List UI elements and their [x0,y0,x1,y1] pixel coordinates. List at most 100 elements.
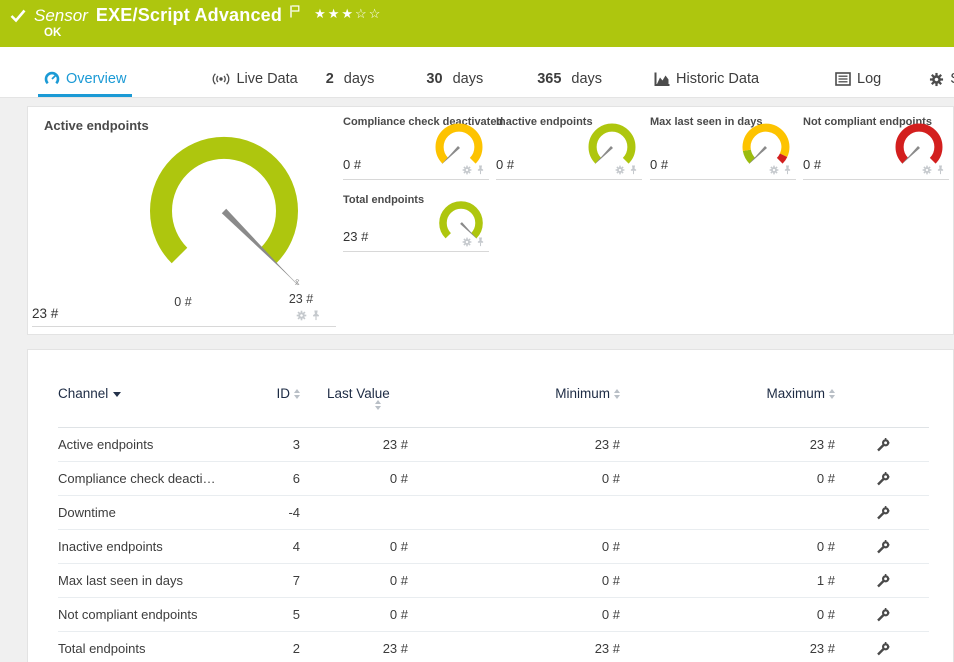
edit-channel-icon[interactable] [876,608,890,622]
table-row[interactable]: Inactive endpoints 4 0 # 0 # 0 # [58,530,929,564]
channel-maximum: 0 # [620,607,835,622]
gauge-pin-icon[interactable] [783,165,792,175]
tab-bar: Overview Live Data 2 days 30 days 365 da… [0,47,954,98]
edit-channel-icon[interactable] [876,472,890,486]
sort-icon [829,389,835,399]
channel-maximum: 0 # [620,539,835,554]
sensor-status-text: OK [0,26,954,39]
table-row[interactable]: Max last seen in days 7 0 # 0 # 1 # [58,564,929,598]
status-check-icon [10,9,26,23]
stars-filled: ★★★ [314,6,355,21]
channel-minimum: 0 # [408,471,620,486]
tab-log-label: Log [857,71,881,87]
tab-historic-data[interactable]: Historic Data [648,71,765,97]
edit-channel-icon[interactable] [876,506,890,520]
gauge-gear-icon[interactable] [296,310,307,321]
live-data-icon [212,72,230,86]
tab-settings-label: Settings [950,71,954,87]
channel-name: Compliance check deacti… [58,471,238,486]
divider [32,326,336,327]
edit-channel-icon[interactable] [876,642,890,656]
channel-last-value: 0 # [300,471,408,486]
tab-30-days[interactable]: 30 days [420,71,489,97]
gauge-pin-icon[interactable] [476,237,485,247]
header-channel-label: Channel [58,386,108,401]
gauge-gear-icon[interactable] [615,165,625,175]
table-row[interactable]: Downtime -4 [58,496,929,530]
divider [496,179,642,180]
channel-minimum: 0 # [408,573,620,588]
gauge-pin-icon[interactable] [476,165,485,175]
gauge-not-compliant-endpoints[interactable]: Not compliant endpoints 0 # [801,111,949,180]
channel-id: -4 [238,505,300,520]
edit-channel-icon[interactable] [876,540,890,554]
column-header-minimum[interactable]: Minimum [408,386,620,401]
divider [650,179,796,180]
channel-maximum: 1 # [620,573,835,588]
column-header-last-value[interactable]: Last Value [300,386,408,410]
gauge-total-endpoints[interactable]: Total endpoints 23 # [341,189,489,252]
divider [803,179,949,180]
channel-name: Not compliant endpoints [58,607,238,622]
tab-historic-data-label: Historic Data [676,71,759,87]
header-id-label: ID [277,386,291,401]
channel-name: Max last seen in days [58,573,238,588]
tab-365-days-label: days [571,71,602,87]
header-last-value-label: Last Value [327,386,371,402]
table-header-row: Channel ID Last Value Minimum Maximum [58,380,929,428]
gauge-inactive-endpoints[interactable]: Inactive endpoints 0 # [494,111,642,180]
channel-maximum: 0 # [620,471,835,486]
gear-icon [929,72,944,87]
gauge-pin-icon[interactable] [629,165,638,175]
priority-stars[interactable]: ★★★☆☆ [314,6,382,22]
header-minimum-label: Minimum [555,386,610,401]
gauge-value: 23 # [32,306,58,321]
gauge-gear-icon[interactable] [462,165,472,175]
table-row[interactable]: Not compliant endpoints 5 0 # 0 # 0 # [58,598,929,632]
sensor-status-bar: Sensor EXE/Script Advanced ★★★☆☆ OK [0,0,954,47]
gauge-active-endpoints[interactable]: Active endpoints x̄ 0 # 23 # 23 # [28,107,338,334]
column-header-maximum[interactable]: Maximum [620,386,835,401]
channels-panel: Channel ID Last Value Minimum Maximum Ac… [27,349,954,662]
gauge-pin-icon[interactable] [936,165,945,175]
gauge-max-last-seen[interactable]: Max last seen in days 0 # [648,111,796,180]
gauge-gear-icon[interactable] [922,165,932,175]
average-marker: x̄ [295,277,300,287]
tab-settings[interactable]: Settings [923,71,954,97]
tab-log[interactable]: Log [829,71,887,97]
flag-icon[interactable] [290,5,300,18]
active-endpoints-gauge [124,111,324,311]
channel-minimum: 0 # [408,607,620,622]
sensor-title: EXE/Script Advanced [96,5,282,26]
divider [343,179,489,180]
edit-channel-icon[interactable] [876,438,890,452]
tab-365-days-number: 365 [537,71,561,87]
gauge-max-label: 23 # [276,292,326,306]
gauge-gear-icon[interactable] [769,165,779,175]
tab-2-days[interactable]: 2 days [320,71,381,97]
tab-365-days[interactable]: 365 days [531,71,608,97]
gauge-pin-icon[interactable] [311,310,321,321]
gauge-gear-icon[interactable] [462,237,472,247]
table-row[interactable]: Total endpoints 2 23 # 23 # 23 # [58,632,929,662]
channel-maximum: 23 # [620,437,835,452]
tab-2-days-number: 2 [326,71,334,87]
page-body: Active endpoints x̄ 0 # 23 # 23 # Compli… [0,98,954,662]
gauge-title: Inactive endpoints [496,116,593,128]
historic-chart-icon [654,71,670,87]
channel-last-value: 0 # [300,573,408,588]
edit-channel-icon[interactable] [876,574,890,588]
log-icon [835,72,851,86]
channel-last-value: 23 # [300,641,408,656]
channel-id: 7 [238,573,300,588]
table-row[interactable]: Active endpoints 3 23 # 23 # 23 # [58,428,929,462]
channel-id: 6 [238,471,300,486]
column-header-id[interactable]: ID [238,386,300,401]
stars-empty: ☆☆ [355,6,382,21]
tab-overview[interactable]: Overview [38,71,132,97]
channel-last-value: 0 # [300,539,408,554]
table-row[interactable]: Compliance check deacti… 6 0 # 0 # 0 # [58,462,929,496]
tab-live-data[interactable]: Live Data [206,71,303,97]
column-header-channel[interactable]: Channel [58,386,238,401]
gauge-compliance-check-deactivated[interactable]: Compliance check deactivated 0 # [341,111,489,180]
